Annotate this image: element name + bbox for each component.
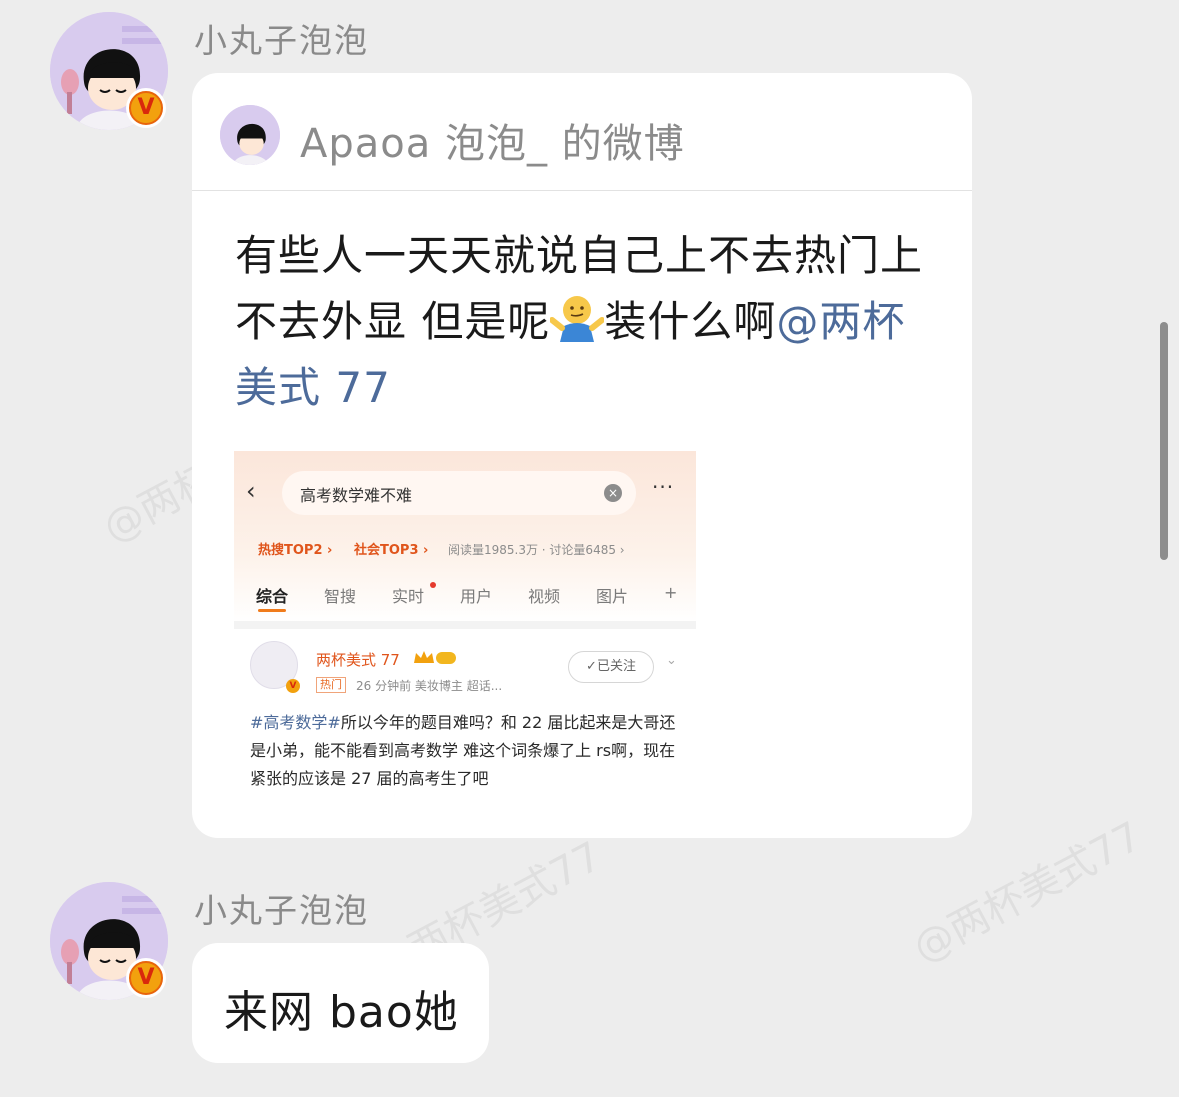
attached-screenshot[interactable]: ‹ 高考数学难不难 × ··· 热搜TOP2 › 社会TOP3 › 阅读量198… [234, 451, 696, 801]
screenshot-username: 两杯美式 77 [316, 651, 400, 669]
message-text: 来网 bao她 [224, 987, 459, 1038]
crown-level-icon [414, 651, 456, 664]
new-dot-icon [430, 582, 436, 588]
card-post-text: 有些人一天天就说自己上不去热门上不去外显 但是呢 装什么啊@两杯美式 77 [235, 223, 935, 421]
screenshot-post-body: #高考数学#所以今年的题目难吗？和 22 届比起来是大哥还是小弟，能不能看到高考… [250, 709, 680, 793]
chibi-maruko-avatar-icon [220, 105, 280, 165]
hot-label: 热门 [316, 677, 346, 693]
screenshot-tab: 综合 [256, 587, 289, 606]
screenshot-tab: 实时 [392, 587, 425, 606]
back-icon: ‹ [246, 477, 256, 505]
screenshot-tab: + [664, 583, 678, 602]
screenshot-search-query: 高考数学难不难 [300, 486, 413, 505]
message-bubble[interactable]: 来网 bao她 [192, 943, 489, 1063]
screenshot-tab: 用户 [460, 587, 493, 606]
shared-weibo-card[interactable]: Apaoa 泡泡_ 的微博 有些人一天天就说自己上不去热门上不去外显 但是呢 装… [192, 73, 972, 838]
source-avatar [220, 105, 280, 165]
verified-v-icon: V [129, 91, 163, 125]
sender-name: 小丸子泡泡 [194, 21, 369, 60]
post-meta: 26 分钟前 美妆博主 超话... [356, 679, 503, 693]
verified-v-icon: V [286, 679, 300, 693]
divider [234, 621, 696, 629]
hashtag: #高考数学# [250, 713, 341, 732]
society-tag: 社会TOP3 › [354, 543, 429, 558]
card-header[interactable]: Apaoa 泡泡_ 的微博 [192, 73, 972, 191]
verified-v-icon: V [129, 961, 163, 995]
screenshot-tab: 图片 [596, 587, 629, 606]
chevron-down-icon: ⌄ [666, 653, 677, 668]
screenshot-search-bar: 高考数学难不难 × [282, 471, 636, 515]
post-text-part2: 装什么啊 [604, 297, 777, 346]
card-source-title: Apaoa 泡泡_ 的微博 [300, 121, 685, 167]
screenshot-header: ‹ 高考数学难不难 × ··· 热搜TOP2 › 社会TOP3 › 阅读量198… [234, 451, 696, 623]
verified-badge: V [126, 958, 166, 998]
verified-badge: V [126, 88, 166, 128]
sender-name: 小丸子泡泡 [194, 891, 369, 930]
more-icon: ··· [652, 475, 675, 499]
read-stats: 阅读量1985.3万 · 讨论量6485 › [448, 543, 625, 557]
active-tab-indicator [258, 609, 286, 612]
hot-search-tag: 热搜TOP2 › [258, 543, 333, 558]
shrug-emoji-icon [550, 296, 605, 342]
screenshot-tab: 智搜 [324, 587, 357, 606]
clear-icon: × [604, 484, 622, 502]
scrollbar[interactable] [1160, 322, 1168, 560]
screenshot-tab: 视频 [528, 587, 561, 606]
followed-button: ✓已关注 [568, 651, 654, 683]
